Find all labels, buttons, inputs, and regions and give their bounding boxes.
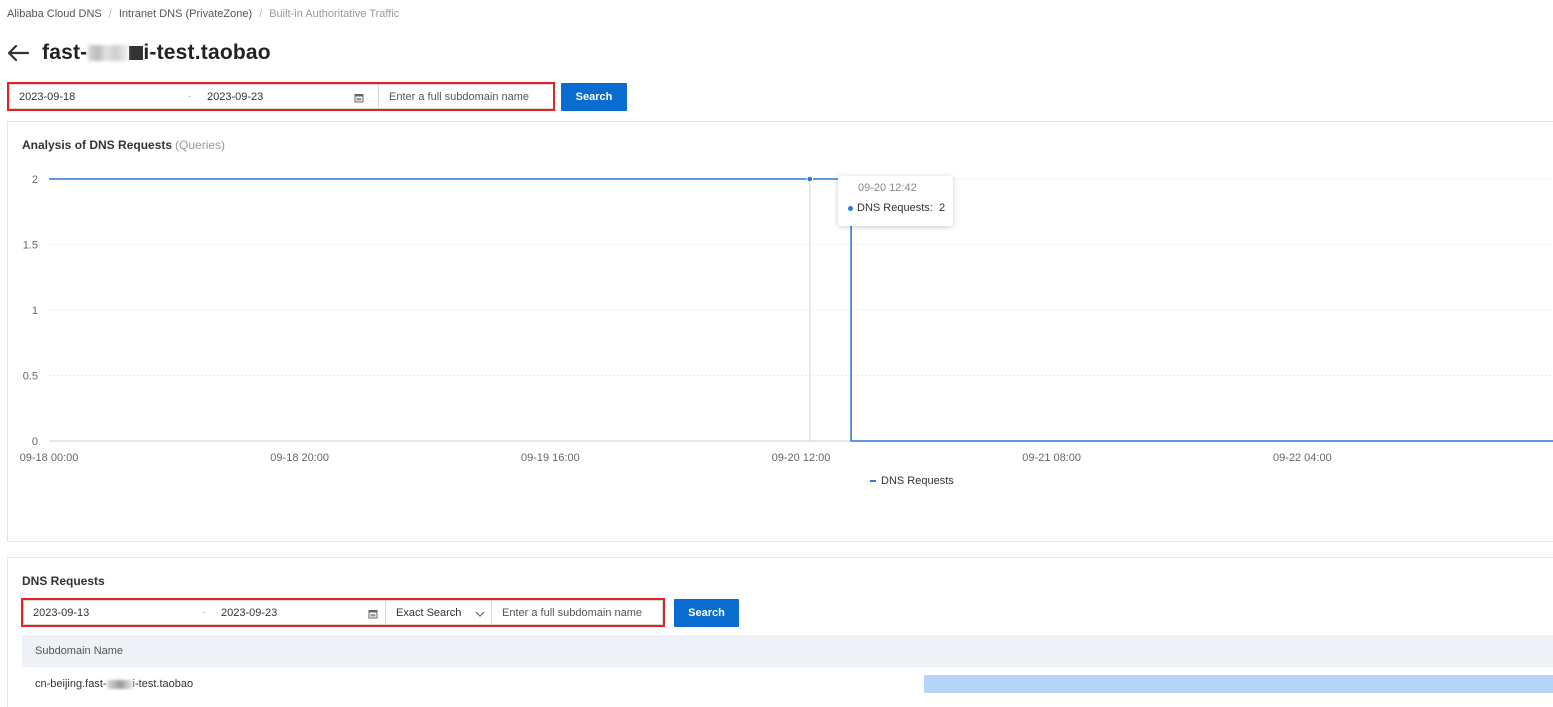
legend-swatch [870, 480, 876, 482]
x-tick-label: 09-21 08:00 [1022, 452, 1081, 464]
y-tick-label: 0 [32, 436, 38, 448]
table-header: Subdomain Name [22, 635, 1553, 667]
requests-search-button[interactable]: Search [674, 599, 739, 627]
x-tick-label: 09-20 12:00 [772, 452, 831, 464]
column-header-subdomain[interactable]: Subdomain Name [35, 645, 123, 657]
data-point [806, 175, 814, 183]
tooltip-value: 2 [938, 202, 946, 214]
tooltip-row: DNS Requests: 2 [848, 202, 946, 214]
share-bar [924, 675, 1553, 693]
y-tick-label: 1.5 [23, 240, 38, 252]
x-tick-label: 09-22 04:00 [1273, 452, 1332, 464]
x-tick-label: 09-18 00:00 [20, 452, 79, 464]
legend-label: DNS Requests [881, 475, 954, 487]
chart-legend[interactable]: DNS Requests [870, 475, 954, 487]
highlight-box [21, 598, 665, 627]
redacted-region [106, 679, 133, 689]
dns-requests-chart: 0 0.5 1 1.5 2 09-18 00:00 09-18 20:00 09-19 16:… [20, 174, 1553, 464]
tooltip-series-label: DNS Requests: [857, 202, 933, 214]
x-tick-label: 09-18 20:00 [270, 452, 329, 464]
requests-panel-title: DNS Requests [22, 574, 105, 588]
y-tick-label: 1 [32, 305, 38, 317]
y-tick-label: 2 [32, 174, 38, 186]
series-dot-icon [848, 205, 853, 211]
subdomain-cell: cn-beijing.fast-i-test.taobao [35, 678, 194, 690]
x-tick-label: 09-19 16:00 [521, 452, 580, 464]
y-tick-label: 0.5 [23, 371, 38, 383]
chart-tooltip: 09-20 12:42 DNS Requests: 2 [838, 176, 953, 226]
tooltip-time: 09-20 12:42 [858, 182, 917, 194]
